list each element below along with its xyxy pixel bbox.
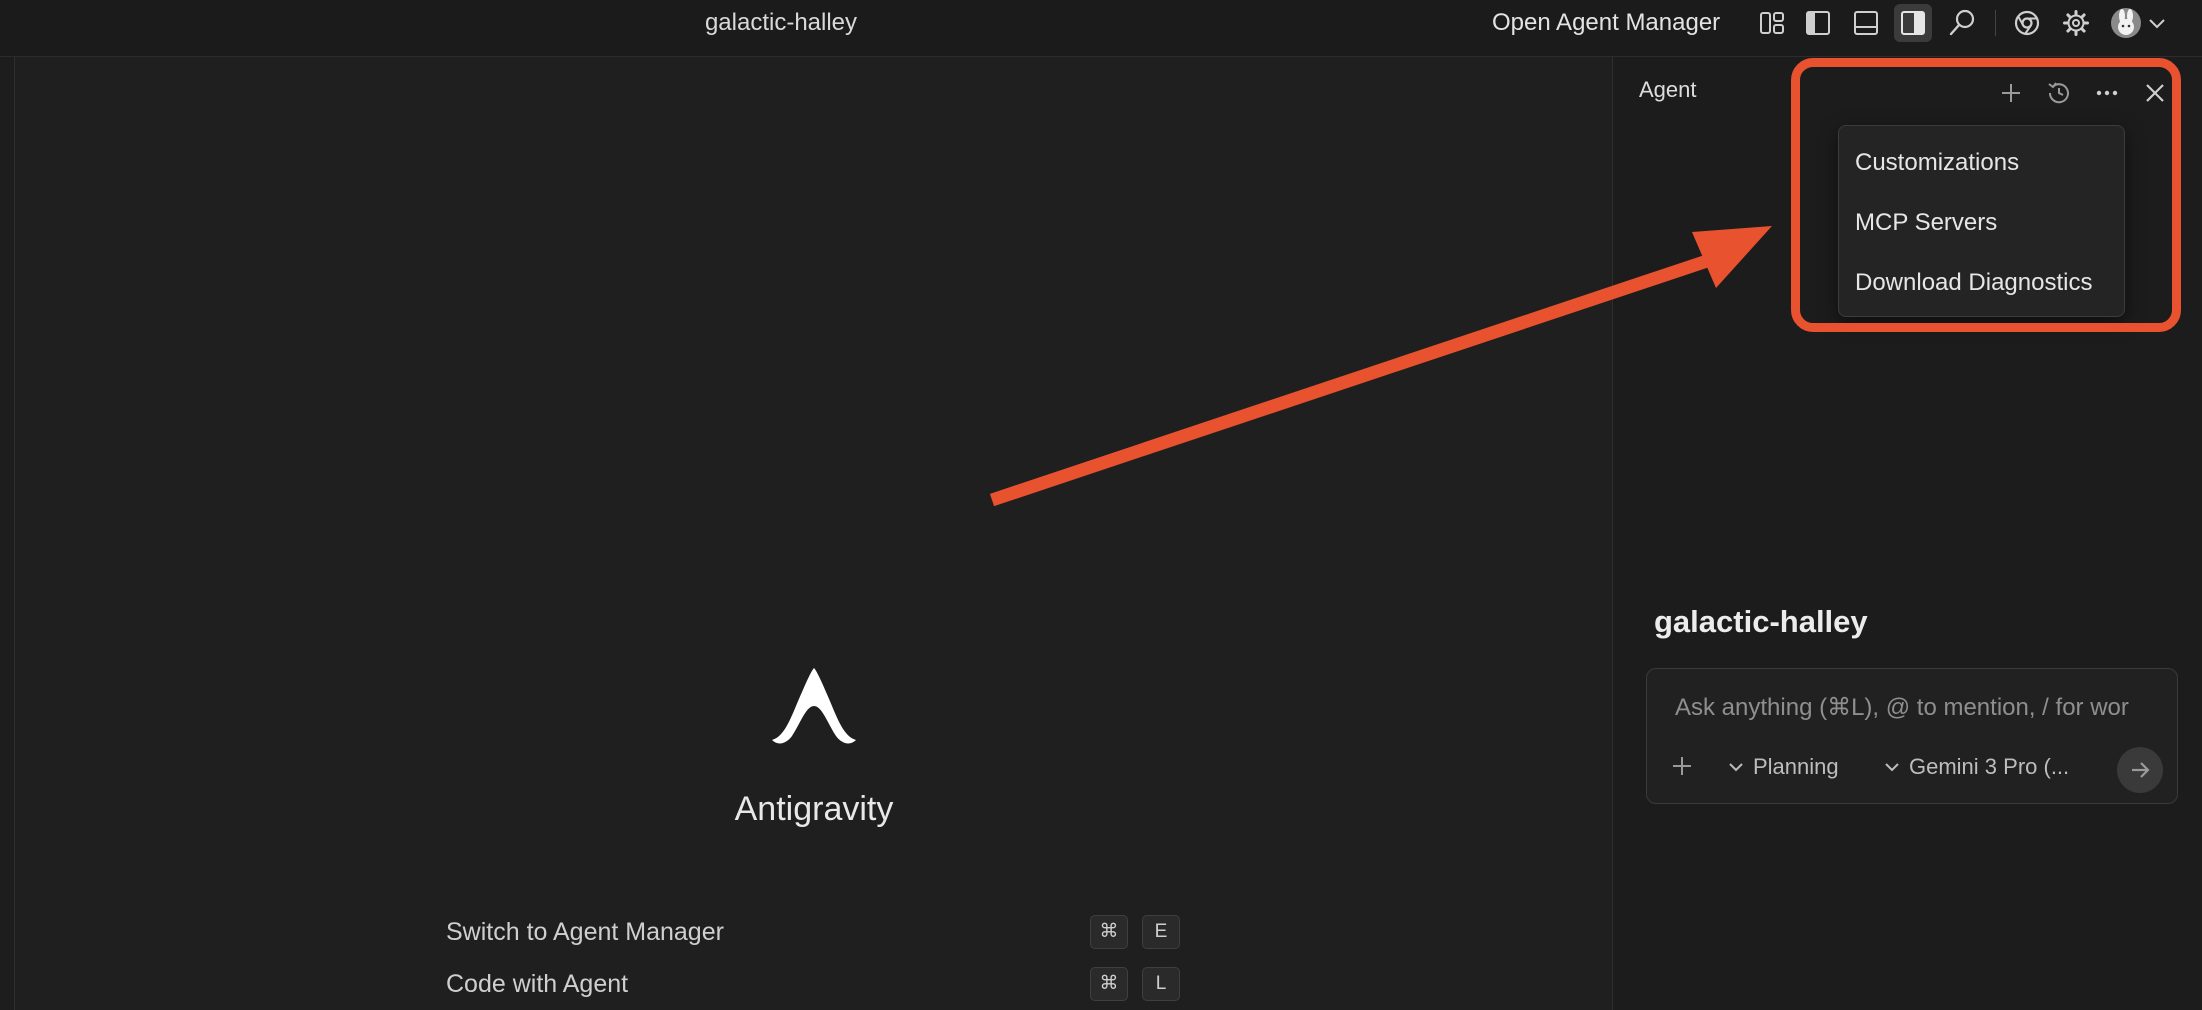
agent-panel-title: Agent: [1639, 77, 1697, 102]
activity-gutter: [0, 57, 15, 1010]
window-title: galactic-halley: [704, 9, 858, 36]
more-icon[interactable]: [2089, 75, 2125, 111]
antigravity-logo: [766, 656, 862, 752]
key-l: L: [1142, 967, 1180, 1001]
cmd-key: ⌘: [1090, 967, 1128, 1001]
chevron-down-icon[interactable]: [2144, 4, 2170, 42]
toggle-panel-icon[interactable]: [1847, 4, 1885, 42]
shortcut-switch-agent-manager[interactable]: Switch to Agent Manager ⌘ E: [446, 912, 1186, 952]
history-icon[interactable]: [2041, 75, 2077, 111]
send-button[interactable]: [2117, 747, 2163, 793]
close-icon[interactable]: [2137, 75, 2173, 111]
mode-dropdown[interactable]: Planning: [1727, 751, 1839, 783]
toggle-primary-sidebar-icon[interactable]: [1799, 4, 1837, 42]
open-agent-manager-button[interactable]: Open Agent Manager: [1486, 6, 1726, 40]
cmd-key: ⌘: [1090, 915, 1128, 949]
editor-welcome: [15, 57, 1612, 1010]
chrome-icon[interactable]: [2008, 4, 2046, 42]
menu-item-download-diagnostics[interactable]: Download Diagnostics: [1839, 257, 2124, 309]
shortcut-code-with-agent[interactable]: Code with Agent ⌘ L: [446, 964, 1186, 1004]
chat-input[interactable]: [1673, 687, 2167, 729]
menu-item-customizations[interactable]: Customizations: [1839, 137, 2124, 189]
menu-item-mcp-servers[interactable]: MCP Servers: [1839, 197, 2124, 249]
chat-composer: Planning Gemini 3 Pro (...: [1646, 668, 2178, 804]
search-icon[interactable]: [1943, 4, 1981, 42]
chevron-down-icon: [1729, 763, 1743, 772]
avatar[interactable]: [2109, 4, 2143, 42]
workspace-title: galactic-halley: [1654, 604, 1868, 639]
arrow-right-icon: [2132, 762, 2150, 778]
model-label: Gemini 3 Pro (...: [1909, 754, 2070, 779]
add-context-icon[interactable]: [1667, 751, 1697, 781]
more-options-menu: Customizations MCP Servers Download Diag…: [1838, 125, 2125, 317]
title-bar: galactic-halley Open Agent Manager: [0, 0, 2202, 57]
shortcut-label[interactable]: Switch to Agent Manager: [446, 912, 724, 952]
key-e: E: [1142, 915, 1180, 949]
plus-icon[interactable]: [1993, 75, 2029, 111]
gear-icon[interactable]: [2057, 4, 2095, 42]
shortcut-label[interactable]: Code with Agent: [446, 964, 628, 1004]
layout-icon[interactable]: [1753, 4, 1791, 42]
mode-label: Planning: [1753, 754, 1839, 779]
model-dropdown[interactable]: Gemini 3 Pro (...: [1883, 751, 2069, 783]
app-name: Antigravity: [734, 790, 894, 828]
toolbar-divider: [1995, 10, 1996, 36]
toggle-secondary-sidebar-icon[interactable]: [1894, 4, 1932, 42]
chevron-down-icon: [1885, 763, 1899, 772]
